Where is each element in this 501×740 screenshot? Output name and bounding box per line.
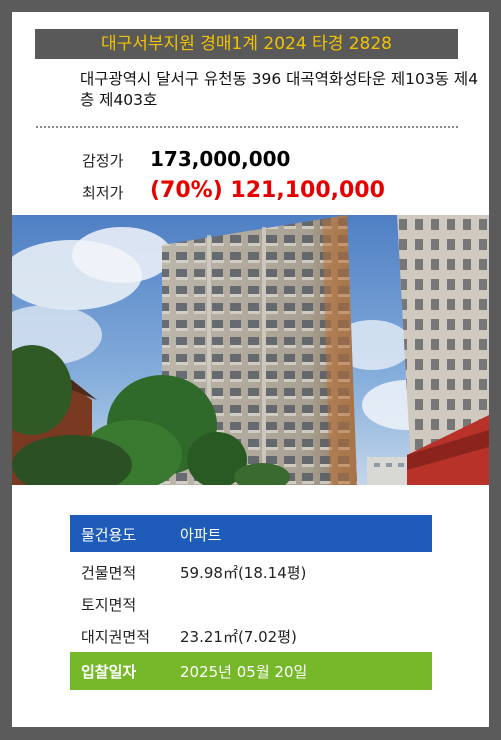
property-details-table: 물건용도 아파트 건물면적 59.98㎡(18.14평) 토지면적 대지권면적 … bbox=[70, 515, 432, 690]
land-rights-value: 23.21㎡(7.02평) bbox=[180, 628, 297, 646]
building-area-label: 건물면적 bbox=[81, 564, 137, 582]
appraisal-label: 감정가 bbox=[82, 152, 124, 170]
usage-value: 아파트 bbox=[180, 526, 222, 544]
building-area-value: 59.98㎡(18.14평) bbox=[180, 564, 307, 582]
usage-row: 물건용도 아파트 bbox=[70, 515, 432, 552]
appraisal-value: 173,000,000 bbox=[150, 147, 291, 171]
minimum-label: 최저가 bbox=[82, 184, 124, 202]
land-area-label: 토지면적 bbox=[81, 596, 137, 614]
dotted-divider bbox=[36, 126, 458, 128]
bid-date-value: 2025년 05월 20일 bbox=[180, 663, 308, 681]
minimum-value: (70%) 121,100,000 bbox=[150, 178, 385, 203]
building-photo-illustration bbox=[12, 215, 489, 485]
bid-date-row: 입찰일자 2025년 05월 20일 bbox=[70, 652, 432, 690]
land-rights-label: 대지권면적 bbox=[81, 628, 151, 646]
property-address: 대구광역시 달서구 유천동 396 대곡역화성타운 제103동 제4층 제403… bbox=[80, 70, 479, 109]
land-area-row: 토지면적 bbox=[70, 587, 432, 619]
court-case-banner: 대구서부지원 경매1계 2024 타경 2828 bbox=[35, 29, 458, 59]
building-area-row: 건물면적 59.98㎡(18.14평) bbox=[70, 555, 432, 587]
usage-label: 물건용도 bbox=[81, 526, 137, 544]
apartment-building-photo bbox=[12, 215, 489, 485]
bid-date-label: 입찰일자 bbox=[81, 663, 137, 681]
auction-card: 대구서부지원 경매1계 2024 타경 2828 대구광역시 달서구 유천동 3… bbox=[12, 12, 489, 727]
land-rights-row: 대지권면적 23.21㎡(7.02평) bbox=[70, 619, 432, 651]
